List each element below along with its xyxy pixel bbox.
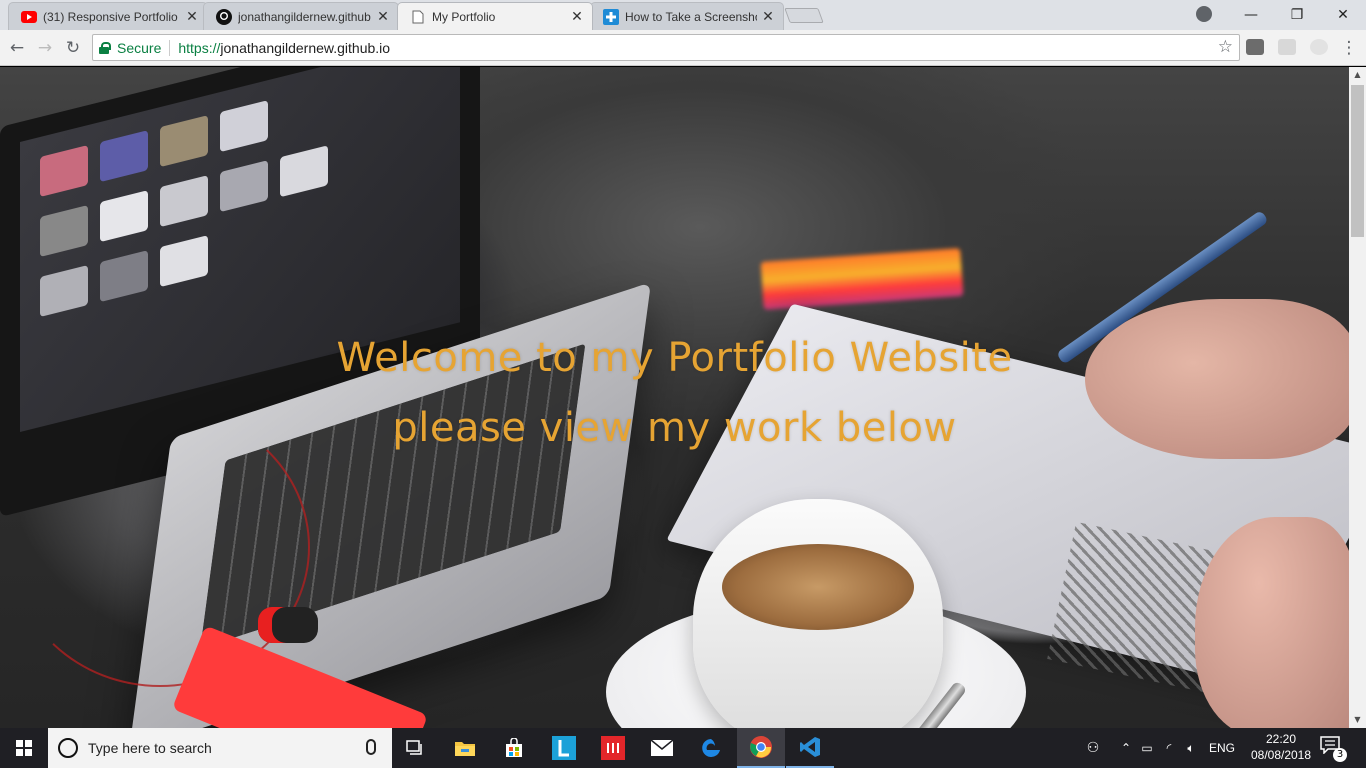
address-bar[interactable]: Secure https:// jonathangildernew.github…	[92, 34, 1240, 61]
search-placeholder: Type here to search	[88, 740, 212, 756]
notification-count-badge: 3	[1333, 748, 1347, 762]
page-scrollbar[interactable]: ▲ ▼	[1349, 67, 1366, 728]
tab-title: jonathangildernew.github	[238, 9, 371, 24]
hero-section: Welcome to my Portfolio Website please v…	[0, 67, 1349, 728]
youtube-icon	[21, 9, 37, 25]
url-host: jonathangildernew.github.io	[220, 39, 391, 56]
close-window-icon[interactable]: ✕	[1320, 7, 1366, 23]
menu-dots-icon[interactable]: ⋮	[1338, 37, 1360, 59]
store-icon[interactable]	[490, 728, 538, 768]
extension-icon[interactable]	[1278, 39, 1296, 55]
red-app-icon[interactable]	[589, 728, 637, 768]
clock-date: 08/08/2018	[1250, 748, 1312, 762]
tab-github[interactable]: jonathangildernew.github ✕	[203, 2, 399, 30]
windows-taskbar: Type here to search ⚇ ⌃ ▭ ◜ 🔈︎ ENG 22:20…	[0, 728, 1366, 768]
minimize-icon[interactable]: —	[1228, 7, 1274, 23]
howto-icon	[603, 8, 619, 25]
lexico-app-icon[interactable]	[540, 728, 588, 768]
chrome-icon[interactable]	[737, 728, 785, 768]
show-hidden-icons-icon[interactable]: ⌃	[1116, 741, 1136, 755]
wifi-icon[interactable]: ◜	[1158, 741, 1180, 755]
people-icon[interactable]: ⚇	[1078, 740, 1108, 756]
scroll-down-icon[interactable]: ▼	[1349, 712, 1366, 728]
github-icon	[216, 8, 232, 25]
scroll-up-icon[interactable]: ▲	[1349, 67, 1366, 83]
windows-logo-icon	[16, 740, 32, 756]
back-arrow-icon[interactable]: ←	[6, 37, 28, 59]
hero-heading: Welcome to my Portfolio Website	[336, 335, 1013, 381]
close-tab-icon[interactable]: ✕	[376, 9, 390, 25]
close-tab-icon[interactable]: ✕	[185, 9, 199, 25]
page-icon	[410, 9, 426, 25]
tab-my-portfolio[interactable]: My Portfolio ✕	[397, 2, 593, 30]
file-explorer-icon[interactable]	[441, 728, 489, 768]
avg-extension-icon[interactable]	[1246, 39, 1264, 55]
power-icon[interactable]: ▭	[1136, 741, 1158, 755]
tab-title: How to Take a Screenshot	[625, 9, 757, 24]
close-tab-icon[interactable]: ✕	[570, 9, 584, 25]
tab-title: (31) Responsive Portfolio	[43, 9, 178, 24]
browser-toolbar: ← → ↻ Secure https:// jonathangildernew.…	[0, 30, 1366, 66]
window-controls: — ❐ ✕	[1228, 0, 1366, 30]
clock-time: 22:20	[1265, 732, 1297, 746]
secure-label: Secure	[117, 39, 162, 56]
volume-icon[interactable]: 🔈︎	[1180, 741, 1202, 756]
forward-arrow-icon[interactable]: →	[34, 37, 56, 59]
vscode-icon[interactable]	[786, 728, 834, 768]
hero-subheading: please view my work below	[392, 405, 957, 451]
page-viewport: Welcome to my Portfolio Website please v…	[0, 67, 1349, 728]
extension-icon[interactable]	[1310, 39, 1328, 55]
tab-responsive-portfolio[interactable]: (31) Responsive Portfolio ✕	[8, 2, 208, 30]
restore-icon[interactable]: ❐	[1274, 7, 1320, 23]
bookmark-star-icon[interactable]: ☆	[1218, 37, 1233, 57]
start-button[interactable]	[0, 728, 48, 768]
tab-strip: (31) Responsive Portfolio ✕ jonathangild…	[0, 0, 1366, 30]
cortana-icon	[58, 738, 78, 758]
mail-icon[interactable]	[638, 728, 686, 768]
divider	[169, 39, 171, 56]
reload-icon[interactable]: ↻	[62, 37, 84, 59]
edge-icon[interactable]	[687, 728, 735, 768]
profile-icon[interactable]	[1196, 6, 1212, 22]
task-view-icon[interactable]	[392, 728, 440, 768]
new-tab-button[interactable]	[784, 8, 824, 23]
lock-icon	[99, 41, 111, 54]
language-indicator[interactable]: ENG	[1202, 741, 1242, 755]
tab-how-to-screenshot[interactable]: How to Take a Screenshot ✕	[590, 2, 784, 30]
tab-title: My Portfolio	[432, 9, 496, 24]
microphone-icon[interactable]	[366, 739, 376, 755]
close-tab-icon[interactable]: ✕	[761, 9, 775, 25]
taskbar-search-box[interactable]: Type here to search	[48, 728, 392, 768]
url-scheme: https://	[178, 39, 221, 56]
clock[interactable]: 22:20 08/08/2018	[1245, 731, 1317, 763]
scroll-thumb[interactable]	[1351, 85, 1364, 237]
system-tray: ⚇ ⌃ ▭ ◜ 🔈︎ ENG	[1078, 728, 1242, 768]
